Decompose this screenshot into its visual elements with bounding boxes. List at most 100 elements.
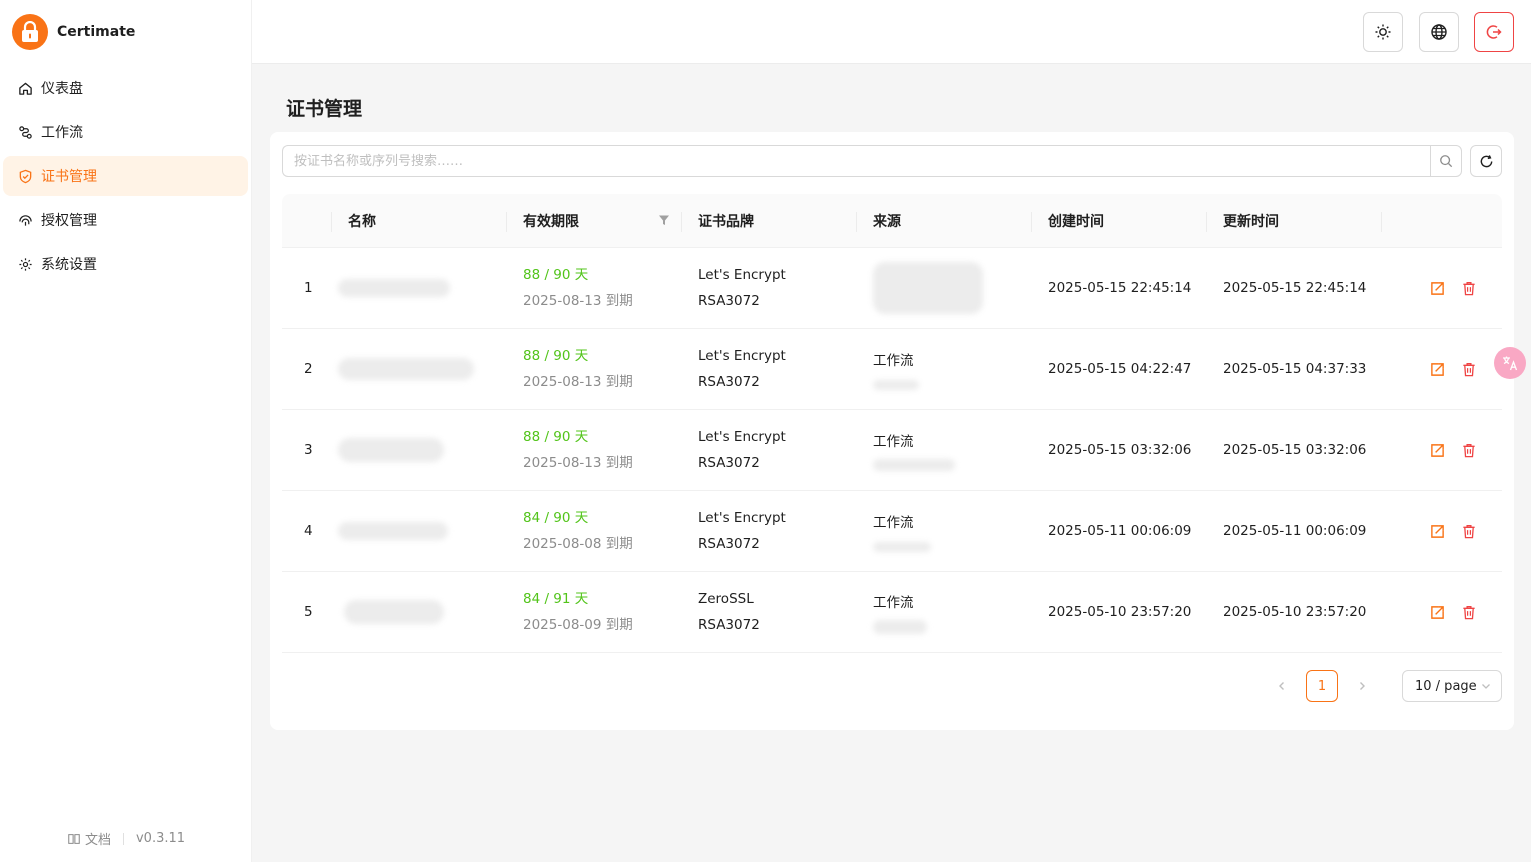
brand-cell: Let's Encrypt RSA3072 [682, 491, 857, 571]
expiry-date: 2025-08-09 到期 [523, 617, 633, 633]
sidebar-item-settings[interactable]: 系统设置 [3, 244, 248, 284]
trash-icon [1463, 443, 1475, 457]
docs-link[interactable]: 文档 [67, 829, 111, 848]
updated-time: 2025-05-11 00:06:09 [1223, 523, 1367, 539]
workflow-icon [17, 124, 33, 140]
page-size-select[interactable]: 10 / page [1402, 670, 1502, 702]
refresh-button[interactable] [1470, 145, 1502, 177]
table-row[interactable]: 3 88 / 90 天 2025-08-13 到期 Let's Encrypt … [282, 410, 1502, 491]
column-header-validity: 有效期限 [507, 194, 682, 247]
language-button[interactable] [1419, 12, 1459, 52]
delete-button[interactable] [1460, 603, 1478, 621]
sidebar-item-access[interactable]: 授权管理 [3, 200, 248, 240]
refresh-icon [1480, 154, 1492, 167]
trash-icon [1463, 362, 1475, 376]
column-header-name: 名称 [332, 194, 507, 247]
table-row[interactable]: 5 84 / 91 天 2025-08-09 到期 ZeroSSL RSA307… [282, 572, 1502, 653]
search-bar [282, 145, 1462, 177]
created-time: 2025-05-15 22:45:14 [1048, 280, 1192, 296]
cert-brand: Let's Encrypt [698, 267, 786, 283]
source-cell: 工作流 [857, 329, 1032, 409]
column-header-source: 来源 [857, 194, 1032, 247]
filter-icon[interactable] [658, 214, 670, 226]
prev-page-button[interactable] [1266, 670, 1298, 702]
delete-button[interactable] [1460, 522, 1478, 540]
app-name: Certimate [57, 24, 136, 40]
chevron-left-icon [1279, 682, 1284, 690]
cert-algorithm: RSA3072 [698, 293, 760, 309]
table-row[interactable]: 2 88 / 90 天 2025-08-13 到期 Let's Encrypt … [282, 329, 1502, 410]
sidebar-item-label: 证书管理 [41, 169, 97, 185]
logout-button[interactable] [1474, 12, 1514, 52]
delete-button[interactable] [1460, 279, 1478, 297]
table-row[interactable]: 4 84 / 90 天 2025-08-08 到期 Let's Encrypt … [282, 491, 1502, 572]
valid-days: 88 / 90 天 [523, 267, 589, 283]
row-index: 3 [304, 442, 313, 458]
sidebar-item-dashboard[interactable]: 仪表盘 [3, 68, 248, 108]
row-index: 5 [304, 604, 313, 620]
cert-algorithm: RSA3072 [698, 374, 760, 390]
delete-button[interactable] [1460, 441, 1478, 459]
cert-algorithm: RSA3072 [698, 617, 760, 633]
table-row[interactable]: 1 88 / 90 天 2025-08-13 到期 Let's Encrypt … [282, 248, 1502, 329]
search-input[interactable] [282, 145, 1430, 177]
source-cell: 工作流 [857, 410, 1032, 490]
source-cell [857, 248, 1032, 328]
sidebar-item-label: 工作流 [41, 125, 83, 141]
sidebar-item-label: 仪表盘 [41, 81, 83, 97]
top-header [252, 0, 1531, 64]
expiry-date: 2025-08-13 到期 [523, 455, 633, 471]
row-actions [1382, 248, 1502, 328]
translate-float-button[interactable] [1494, 347, 1526, 379]
view-details-button[interactable] [1428, 279, 1446, 297]
brand[interactable]: Certimate [12, 14, 135, 50]
brand-cell: ZeroSSL RSA3072 [682, 572, 857, 652]
globe-icon [1431, 24, 1447, 40]
search-button[interactable] [1430, 145, 1462, 177]
open-details-icon [1430, 524, 1444, 538]
cert-algorithm: RSA3072 [698, 455, 760, 471]
footer-divider [122, 832, 124, 845]
padlock-logo-icon [12, 14, 48, 50]
cert-algorithm: RSA3072 [698, 536, 760, 552]
row-actions [1382, 572, 1502, 652]
view-details-button[interactable] [1428, 522, 1446, 540]
sidebar-footer: 文档 v0.3.11 [0, 829, 252, 848]
validity-cell: 88 / 90 天 2025-08-13 到期 [507, 410, 682, 490]
view-details-button[interactable] [1428, 360, 1446, 378]
table-header: 名称 有效期限 证书品牌 来源 创建时间 更新时间 [282, 194, 1502, 248]
row-index: 1 [304, 280, 313, 296]
sidebar-item-certificates[interactable]: 证书管理 [3, 156, 248, 196]
cert-brand: Let's Encrypt [698, 429, 786, 445]
created-time: 2025-05-11 00:06:09 [1048, 523, 1192, 539]
delete-button[interactable] [1460, 360, 1478, 378]
open-details-icon [1430, 362, 1444, 376]
valid-days: 84 / 91 天 [523, 591, 589, 607]
updated-time: 2025-05-15 04:37:33 [1223, 361, 1367, 377]
gear-icon [17, 256, 33, 272]
row-actions [1382, 410, 1502, 490]
sidebar-item-workflow[interactable]: 工作流 [3, 112, 248, 152]
row-index: 4 [304, 523, 313, 539]
valid-days: 88 / 90 天 [523, 348, 589, 364]
trash-icon [1463, 605, 1475, 619]
trash-icon [1463, 281, 1475, 295]
source-cell: 工作流 [857, 491, 1032, 571]
theme-toggle-button[interactable] [1363, 12, 1403, 52]
version-label: v0.3.11 [135, 831, 186, 846]
open-details-icon [1430, 605, 1444, 619]
view-details-button[interactable] [1428, 603, 1446, 621]
search-icon [1440, 155, 1453, 168]
column-header-index [282, 194, 332, 247]
next-page-button[interactable] [1346, 670, 1378, 702]
expiry-date: 2025-08-08 到期 [523, 536, 633, 552]
book-icon [68, 833, 80, 844]
cert-brand: ZeroSSL [698, 591, 754, 607]
column-header-updated: 更新时间 [1207, 194, 1382, 247]
page-number-button[interactable]: 1 [1306, 670, 1338, 702]
open-details-icon [1430, 281, 1444, 295]
brand-cell: Let's Encrypt RSA3072 [682, 248, 857, 328]
view-details-button[interactable] [1428, 441, 1446, 459]
brand-cell: Let's Encrypt RSA3072 [682, 410, 857, 490]
open-details-icon [1430, 443, 1444, 457]
